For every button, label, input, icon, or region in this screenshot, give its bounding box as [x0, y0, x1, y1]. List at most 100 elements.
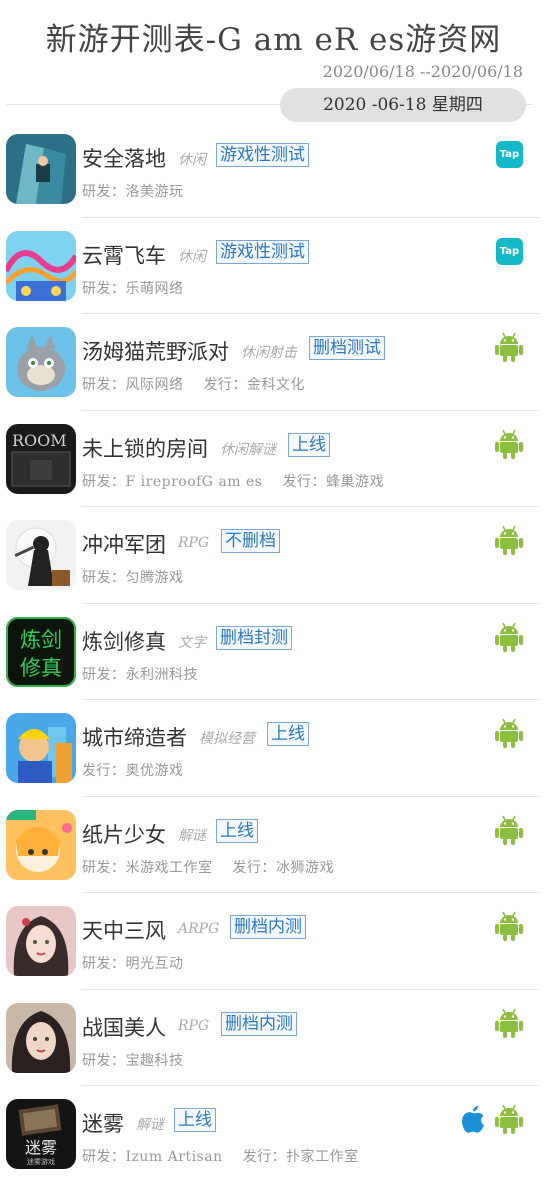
test-status-tag: 删档内测 — [230, 915, 306, 939]
android-icon[interactable] — [495, 332, 523, 362]
game-name[interactable]: 汤姆猫荒野派对 — [82, 336, 229, 366]
test-status-tag: 删档内测 — [221, 1011, 297, 1036]
paper-girl-icon[interactable] — [6, 809, 76, 880]
android-icon[interactable] — [495, 1104, 523, 1134]
game-genre: 解谜 — [178, 827, 206, 844]
heroine-portrait-icon[interactable] — [6, 906, 76, 976]
developer-publisher: 研发：风际网络 发行：金科文化 — [82, 374, 305, 394]
game-genre: 休闲 — [178, 152, 206, 168]
publisher-text: 发行：扑家工作室 — [242, 1149, 359, 1165]
android-icon[interactable] — [495, 622, 523, 652]
svg-text:炼剑: 炼剑 — [20, 628, 62, 652]
developer-text: 研发：风际网络 — [82, 377, 184, 393]
test-status-tag: 上线 — [174, 1108, 216, 1132]
android-icon[interactable] — [495, 1008, 523, 1038]
page-title: 新游开测表-G am eR es游资网 — [45, 22, 502, 58]
developer-publisher: 研发：洛美游玩 — [82, 181, 184, 201]
sword-cultivation-icon[interactable]: 炼剑 修真 — [6, 616, 76, 687]
svg-text:迷雾: 迷雾 — [25, 1138, 57, 1157]
game-name[interactable]: 城市缔造者 — [82, 722, 187, 752]
game-name[interactable]: 战国美人 — [82, 1012, 166, 1042]
game-genre: 休闲射击 — [241, 345, 297, 361]
android-icon[interactable] — [495, 525, 523, 555]
taptap-icon[interactable]: Tap — [496, 141, 523, 168]
android-icon[interactable] — [495, 429, 523, 459]
test-status-tag: 删档封测 — [216, 625, 292, 650]
game-genre: 模拟经营 — [199, 731, 255, 747]
game-row[interactable]: 云霄飞车 休闲 游戏性测试研发：乐萌网络 Tap — [0, 218, 547, 314]
developer-publisher: 研发：匀腾游戏 — [82, 567, 184, 587]
game-row[interactable]: 冲冲军团 RPG 不删档研发：匀腾游戏 — [0, 507, 547, 604]
game-name[interactable]: 云霄飞车 — [82, 240, 166, 270]
test-status-tag: 游戏性测试 — [216, 239, 309, 264]
developer-text: 研发：米游戏工作室 — [82, 859, 213, 876]
publisher-text: 发行：蜂巢游戏 — [282, 473, 384, 490]
svg-text:ROOM: ROOM — [12, 431, 67, 450]
game-list: 安全落地 休闲 游戏性测试 研发：洛美游玩 Tap 云霄飞车 休闲 游戏性测试 研发：乐萌网络 T… — [0, 121, 547, 1183]
date-pill: 2020 -06-18 星期四 — [280, 88, 526, 122]
game-name[interactable]: 冲冲军团 — [82, 529, 166, 559]
apple-icon[interactable] — [459, 1104, 487, 1134]
developer-text: 研发：乐萌网络 — [82, 280, 184, 297]
developer-text: 研发：F ireproofG am es — [82, 473, 263, 490]
developer-publisher: 研发：永利洲科技 — [82, 664, 198, 684]
beauty-portrait-icon[interactable] — [6, 1002, 76, 1073]
developer-publisher: 研发：宝趣科技 — [82, 1050, 184, 1070]
taptap-icon[interactable]: Tap — [496, 237, 523, 265]
developer-publisher: 发行：奥优游戏 — [82, 760, 184, 780]
game-genre: 休闲 — [178, 248, 206, 265]
developer-text: 研发：永利洲科技 — [82, 666, 198, 683]
android-icon[interactable] — [495, 911, 523, 941]
game-genre: 文字 — [178, 634, 206, 651]
publisher-text: 发行：冰狮游戏 — [232, 859, 334, 876]
test-status-tag: 上线 — [267, 722, 309, 746]
android-icon[interactable] — [495, 815, 523, 845]
developer-text: 研发：宝趣科技 — [82, 1052, 184, 1069]
game-name[interactable]: 炼剑修真 — [82, 626, 166, 656]
game-row[interactable]: 迷雾 迷雾游戏 迷雾 解谜 上线 研发：Izum Artisan 发行：扑家工作室 — [0, 1086, 547, 1183]
roller-coaster-icon[interactable] — [6, 230, 76, 301]
game-row[interactable]: 纸片少女 解谜 上线 研发：米游戏工作室 发行：冰狮游戏 — [0, 797, 547, 893]
game-genre: RPG — [178, 1017, 210, 1034]
game-name[interactable]: 纸片少女 — [82, 819, 166, 849]
game-row[interactable]: 安全落地 休闲 游戏性测试研发：洛美游玩 Tap — [0, 121, 547, 218]
game-name[interactable]: 迷雾 — [82, 1108, 124, 1138]
game-genre: ARPG — [178, 921, 220, 937]
game-name[interactable]: 天中三风 — [82, 915, 166, 945]
game-name[interactable]: 安全落地 — [82, 143, 166, 173]
tom-cat-icon[interactable] — [6, 327, 76, 397]
developer-text: 研发：明光互动 — [82, 956, 184, 972]
game-name[interactable]: 未上锁的房间 — [82, 433, 208, 463]
mist-icon[interactable]: 迷雾 迷雾游戏 — [6, 1099, 76, 1169]
ninja-icon[interactable] — [6, 520, 76, 590]
game-row[interactable]: 天中三风 ARPG 删档内测研发：明光互动 — [0, 893, 547, 990]
publisher-text: 发行：金科文化 — [203, 377, 305, 393]
svg-text:修真: 修真 — [20, 656, 62, 680]
developer-text: 研发：洛美游玩 — [82, 184, 184, 200]
svg-text:迷雾游戏: 迷雾游戏 — [27, 1157, 55, 1166]
game-row[interactable]: 战国美人 RPG 删档内测研发：宝趣科技 — [0, 990, 547, 1086]
test-status-tag: 上线 — [216, 818, 258, 843]
developer-publisher: 研发：米游戏工作室 发行：冰狮游戏 — [82, 857, 334, 877]
game-row[interactable]: 汤姆猫荒野派对 休闲射击 删档测试研发：风际网络 发行：金科文化 — [0, 314, 547, 411]
test-status-tag: 游戏性测试 — [216, 143, 309, 167]
date-range: 2020/06/18 --2020/06/18 — [322, 62, 523, 81]
developer-text: 研发：匀腾游戏 — [82, 570, 184, 586]
android-icon[interactable] — [495, 718, 523, 748]
test-status-tag: 上线 — [288, 432, 330, 457]
city-builder-icon[interactable] — [6, 713, 76, 783]
developer-publisher: 研发：乐萌网络 — [82, 278, 184, 298]
room-icon[interactable]: ROOM — [6, 423, 76, 494]
game-row[interactable]: ROOM 未上锁的房间 休闲解谜 上线研发：F ireproofG am es 发行：蜂… — [0, 411, 547, 507]
game-row[interactable]: 城市缔造者 模拟经营 上线发行：奥优游戏 — [0, 700, 547, 797]
game-genre: RPG — [178, 535, 210, 551]
game-genre: 解谜 — [136, 1117, 164, 1133]
test-status-tag: 删档测试 — [309, 336, 385, 360]
publisher-text: 发行：奥优游戏 — [82, 763, 184, 779]
test-status-tag: 不删档 — [221, 529, 280, 553]
developer-publisher: 研发：Izum Artisan 发行：扑家工作室 — [82, 1146, 359, 1166]
game-genre: 休闲解谜 — [220, 441, 276, 458]
safe-landing-icon[interactable] — [6, 134, 76, 204]
developer-publisher: 研发：明光互动 — [82, 953, 184, 973]
game-row[interactable]: 炼剑 修真 炼剑修真 文字 删档封测 研发：永利洲科技 — [0, 604, 547, 700]
